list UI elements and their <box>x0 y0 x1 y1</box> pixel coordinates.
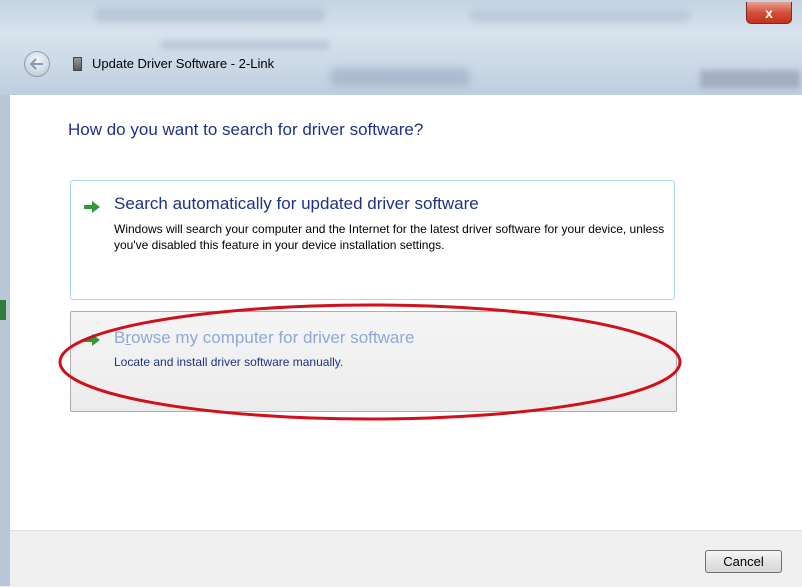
green-arrow-icon <box>84 334 100 346</box>
frame-edge-marker <box>0 300 6 320</box>
device-icon <box>73 57 82 71</box>
option-title: Browse my computer for driver software <box>114 328 414 348</box>
wizard-content: How do you want to search for driver sof… <box>10 95 802 530</box>
option-description: Locate and install driver software manua… <box>114 355 344 369</box>
background-blur <box>95 8 325 22</box>
background-blur <box>330 68 470 86</box>
green-arrow-icon <box>84 201 100 213</box>
background-blur <box>160 40 330 50</box>
option-title-end: owse my computer for driver software <box>131 328 415 347</box>
window-title: Update Driver Software - 2-Link <box>92 56 275 71</box>
option-title: Search automatically for updated driver … <box>114 194 479 213</box>
search-automatically-option[interactable]: Search automatically for updated driver … <box>70 180 675 300</box>
page-heading: How do you want to search for driver sof… <box>68 120 424 139</box>
close-icon: x <box>765 4 773 21</box>
cancel-button[interactable]: Cancel <box>705 550 782 573</box>
window-title-bar: x Update Driver Software - 2-Link <box>0 0 802 95</box>
background-blur <box>700 70 800 88</box>
wizard-footer: Cancel <box>10 530 802 587</box>
browse-computer-option[interactable]: Browse my computer for driver software L… <box>70 311 677 412</box>
close-button[interactable]: x <box>746 2 792 24</box>
window-left-frame <box>0 95 10 586</box>
option-description: Windows will search your computer and th… <box>114 222 665 252</box>
back-button[interactable] <box>24 51 50 77</box>
option-title-start: B <box>114 328 126 347</box>
back-arrow-icon <box>30 58 43 70</box>
background-blur <box>470 10 690 22</box>
